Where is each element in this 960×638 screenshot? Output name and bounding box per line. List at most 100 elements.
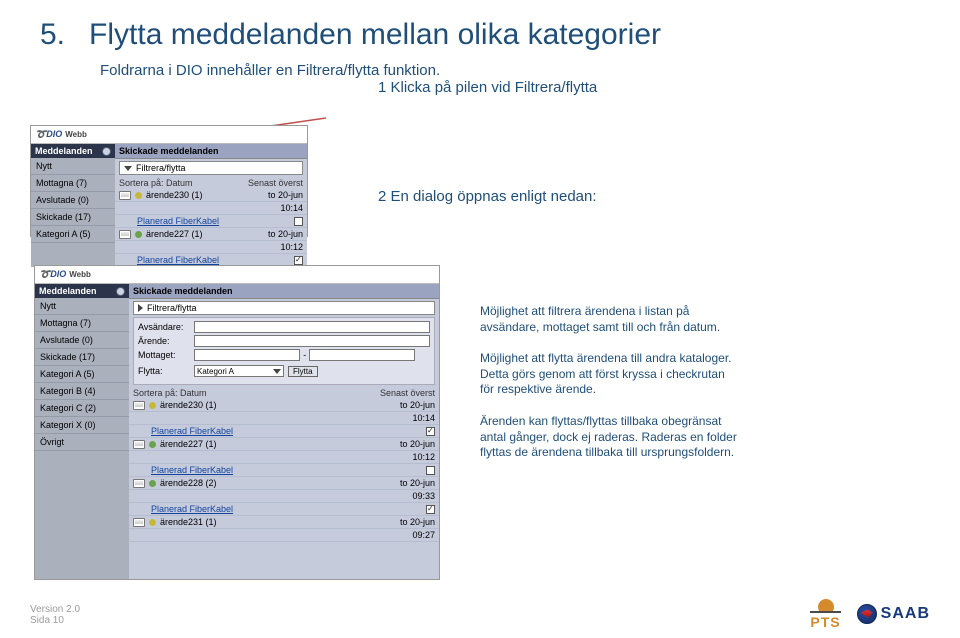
saab-badge-icon	[857, 604, 877, 624]
dio-logo: ➰DIO	[35, 129, 62, 140]
footer-logos: PTS SAAB	[810, 597, 930, 630]
label-arende: Ärende:	[138, 336, 190, 346]
message-icon	[119, 230, 131, 239]
info-p1: Möjlighet att filtrera ärendena i listan…	[480, 304, 740, 335]
status-dot-icon	[149, 402, 156, 409]
sidebar-item[interactable]: Kategori C (2)	[35, 400, 129, 417]
sort-left[interactable]: Sortera på: Datum	[133, 388, 207, 398]
row-link[interactable]: Planerad FiberKabel	[151, 465, 422, 475]
row-time: 10:14	[412, 413, 435, 423]
row-date: to 20-jun	[268, 190, 303, 200]
sidebar-item[interactable]: Nytt	[35, 298, 129, 315]
label-avsandare: Avsändare:	[138, 322, 190, 332]
sidebar-item[interactable]: Mottagna (7)	[35, 315, 129, 332]
sidebar-header: Meddelanden	[39, 286, 97, 296]
sidebar-item-kategori-a[interactable]: Kategori A (5)	[31, 226, 115, 243]
chevron-right-icon[interactable]	[138, 304, 143, 312]
select-kategori[interactable]: Kategori A	[194, 365, 284, 377]
refresh-icon[interactable]	[116, 287, 125, 296]
sidebar-item[interactable]: Kategori X (0)	[35, 417, 129, 434]
dio-logo: ➰DIO	[39, 269, 66, 280]
filter-flytta-toggle[interactable]: Filtrera/flytta	[133, 301, 435, 315]
input-date-from[interactable]	[194, 349, 300, 361]
list-item: 10:14	[129, 412, 439, 425]
label-mottaget: Mottaget:	[138, 350, 190, 360]
dio-webb: Webb	[65, 130, 87, 139]
refresh-icon[interactable]	[102, 147, 111, 156]
row-link[interactable]: Planerad FiberKabel	[137, 255, 290, 265]
sidebar-item-nytt[interactable]: Nytt	[31, 158, 115, 175]
row-checkbox[interactable]	[426, 427, 435, 436]
dio-webb: Webb	[69, 270, 91, 279]
flytta-button[interactable]: Flytta	[288, 366, 318, 377]
row-time: 10:12	[412, 452, 435, 462]
status-dot-icon	[149, 480, 156, 487]
screenshot-2: ➰DIO Webb Meddelanden Nytt Mottagna (7) …	[34, 265, 440, 580]
list-item: 10:12	[129, 451, 439, 464]
row-date: to 20-jun	[400, 517, 435, 527]
list-item[interactable]: Planerad FiberKabel	[129, 425, 439, 438]
row-link[interactable]: Planerad FiberKabel	[151, 426, 422, 436]
sidebar-item-skickade[interactable]: Skickade (17)	[31, 209, 115, 226]
message-icon	[133, 401, 145, 410]
row-time: 10:14	[280, 203, 303, 213]
sidebar-item-avslutade[interactable]: Avslutade (0)	[31, 192, 115, 209]
filter-panel: Avsändare: Ärende: Mottaget: - Flytta: K…	[133, 317, 435, 385]
list-item: 09:27	[129, 529, 439, 542]
sidebar-header: Meddelanden	[35, 146, 93, 156]
list-item[interactable]: ärende230 (1) to 20-jun	[129, 399, 439, 412]
message-icon	[133, 479, 145, 488]
footer-version: Version 2.0 Sida 10	[30, 604, 80, 626]
list-item[interactable]: Planerad FiberKabel	[115, 215, 307, 228]
row-id: ärende230 (1)	[160, 400, 396, 410]
row-date: to 20-jun	[268, 229, 303, 239]
date-dash: -	[303, 350, 306, 360]
info-p3: Ärenden kan flyttas/flyttas tillbaka obe…	[480, 414, 740, 461]
list-item[interactable]: ärende230 (1) to 20-jun	[115, 189, 307, 202]
list-item[interactable]: ärende231 (1) to 20-jun	[129, 516, 439, 529]
row-checkbox[interactable]	[426, 466, 435, 475]
filter-flytta-toggle[interactable]: Filtrera/flytta	[119, 161, 303, 175]
sidebar-item[interactable]: Övrigt	[35, 434, 129, 451]
sidebar-item[interactable]: Avslutade (0)	[35, 332, 129, 349]
message-icon	[133, 518, 145, 527]
sidebar-item-mottagna[interactable]: Mottagna (7)	[31, 175, 115, 192]
input-avsandare[interactable]	[194, 321, 430, 333]
chevron-down-icon	[273, 369, 281, 374]
list-item: 10:12	[115, 241, 307, 254]
subtitle: Foldrarna i DIO innehåller en Filtrera/f…	[100, 62, 920, 79]
main-header: Skickade meddelanden	[129, 284, 439, 299]
info-column: Möjlighet att filtrera ärendena i listan…	[480, 304, 740, 477]
info-p2: Möjlighet att flytta ärendena till andra…	[480, 351, 740, 398]
sidebar-item[interactable]: Skickade (17)	[35, 349, 129, 366]
row-time: 10:12	[280, 242, 303, 252]
message-icon	[133, 440, 145, 449]
sort-right[interactable]: Senast överst	[248, 178, 303, 188]
list-item[interactable]: ärende227 (1)to 20-jun	[129, 438, 439, 451]
step-2: 2 En dialog öppnas enligt nedan:	[378, 188, 920, 205]
row-date: to 20-jun	[400, 400, 435, 410]
row-checkbox[interactable]	[294, 256, 303, 265]
row-link[interactable]: Planerad FiberKabel	[137, 216, 290, 226]
sidebar-item[interactable]: Kategori A (5)	[35, 366, 129, 383]
row-id: ärende231 (1)	[160, 517, 396, 527]
dio-swirl-icon: ➰	[39, 269, 50, 279]
input-arende[interactable]	[194, 335, 430, 347]
pts-logo: PTS	[810, 597, 840, 630]
list-item[interactable]: ärende227 (1) to 20-jun	[115, 228, 307, 241]
chevron-down-icon[interactable]	[124, 166, 132, 171]
sidebar-item[interactable]: Kategori B (4)	[35, 383, 129, 400]
list-item[interactable]: ärende228 (2)to 20-jun	[129, 477, 439, 490]
list-item[interactable]: Planerad FiberKabel	[129, 464, 439, 477]
list-item[interactable]: Planerad FiberKabel	[129, 503, 439, 516]
row-date: to 20-jun	[400, 478, 435, 488]
row-checkbox[interactable]	[426, 505, 435, 514]
dio-swirl-icon: ➰	[35, 129, 46, 139]
input-date-to[interactable]	[309, 349, 415, 361]
sort-right[interactable]: Senast överst	[380, 388, 435, 398]
row-checkbox[interactable]	[294, 217, 303, 226]
row-id: ärende227 (1)	[160, 439, 396, 449]
saab-logo: SAAB	[857, 604, 930, 624]
sort-left[interactable]: Sortera på: Datum	[119, 178, 193, 188]
row-link[interactable]: Planerad FiberKabel	[151, 504, 422, 514]
